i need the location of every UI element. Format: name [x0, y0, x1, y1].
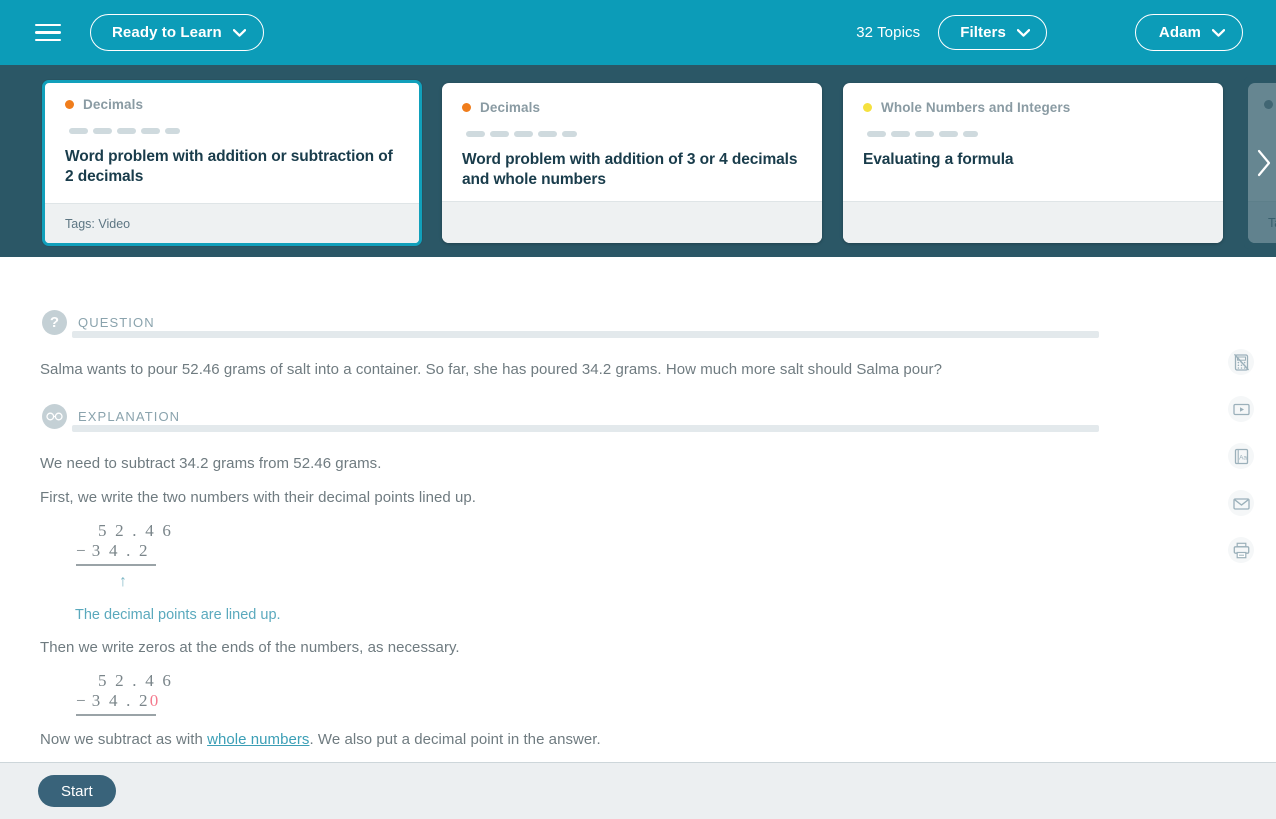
calculator-disabled-icon[interactable]: [1228, 349, 1254, 375]
chevron-down-icon: [232, 28, 246, 37]
line4-before: Now we subtract as with: [40, 731, 208, 748]
topic-card-tags: [843, 201, 1223, 243]
topic-category-label: Decimals: [480, 100, 541, 115]
progress-segment: [165, 128, 180, 134]
chevron-right-icon: [1256, 148, 1273, 178]
explanation-line-1: We need to subtract 34.2 grams from 52.4…: [40, 455, 382, 472]
progress-segment: [490, 131, 509, 137]
progress-segment: [562, 131, 577, 137]
eyeglasses-icon: [42, 404, 67, 429]
subtraction-setup-2: 5 2 . 4 6 −3 4 . 20: [76, 671, 173, 716]
subtrahend-row-2: −3 4 . 20: [76, 691, 173, 711]
progress-segment: [891, 131, 910, 137]
filters-dropdown[interactable]: Filters: [938, 15, 1047, 50]
tools-rail: Aa: [1228, 349, 1254, 563]
topic-status-dot: [65, 100, 74, 109]
progress-segment: [93, 128, 112, 134]
topic-header: Whole Numbers and Integers: [863, 100, 1203, 115]
progress-segment: [69, 128, 88, 134]
progress-segment: [915, 131, 934, 137]
hamburger-line: [35, 31, 61, 34]
ready-to-learn-dropdown[interactable]: Ready to Learn: [90, 14, 264, 51]
dictionary-icon[interactable]: Aa: [1228, 443, 1254, 469]
progress-segment: [514, 131, 533, 137]
progress-segment: [963, 131, 978, 137]
chevron-down-icon: [1016, 28, 1030, 37]
topics-count-label: 32 Topics: [856, 24, 921, 41]
subtraction-setup-1: 5 2 . 4 6 −3 4 . 2 ↑: [76, 521, 173, 590]
hamburger-menu-icon[interactable]: [33, 18, 63, 48]
topic-card-title: Word problem with addition or subtractio…: [65, 148, 393, 185]
filters-label: Filters: [960, 24, 1006, 41]
topbar-right-group: 32 Topics Filters Adam: [856, 14, 1276, 51]
topic-card-tags: [442, 201, 822, 243]
topic-progress-bars: [867, 131, 1203, 137]
main-content-area: ? QUESTION Salma wants to pour 52.46 gra…: [0, 257, 1276, 762]
explanation-divider: [72, 425, 1099, 432]
topic-card-body: Decimals Word problem with addition or s…: [45, 83, 419, 203]
mail-icon[interactable]: [1228, 490, 1254, 516]
hamburger-line: [35, 23, 61, 27]
topic-card-title: Evaluating a formula: [863, 151, 1014, 168]
subtrahend-row-1: −3 4 . 2: [76, 541, 173, 561]
topic-card-2[interactable]: Decimals Word problem with addition of 3…: [442, 83, 822, 243]
topic-status-dot: [863, 103, 872, 112]
topic-card-1[interactable]: Decimals Word problem with addition or s…: [42, 80, 422, 246]
subtraction-rule-2: [76, 714, 156, 716]
topic-status-dot: [462, 103, 471, 112]
subtrahend-value: 3 4 . 2: [91, 691, 150, 710]
progress-segment: [867, 131, 886, 137]
user-menu-button[interactable]: Adam: [1134, 14, 1243, 51]
topic-card-tags: Tags: Video: [45, 203, 419, 243]
topic-card-body: Decimals Word problem with addition of 3…: [442, 83, 822, 201]
explanation-line-2: First, we write the two numbers with the…: [40, 489, 477, 506]
topic-progress-bars: [69, 128, 399, 134]
minuend-row-1: 5 2 . 4 6: [98, 521, 174, 540]
carousel-next-button[interactable]: [1244, 77, 1276, 249]
video-icon[interactable]: [1228, 396, 1254, 422]
decimal-alignment-annotation: The decimal points are lined up.: [75, 607, 281, 623]
topic-header: Decimals: [65, 97, 399, 112]
topic-carousel: Decimals Word problem with addition or s…: [0, 65, 1276, 257]
line4-after: . We also put a decimal point in the ans…: [309, 731, 601, 748]
question-divider: [72, 331, 1099, 338]
explanation-section-label: EXPLANATION: [78, 409, 181, 424]
svg-text:Aa: Aa: [1239, 454, 1247, 461]
topic-progress-bars: [466, 131, 802, 137]
minus-operator: −: [76, 541, 88, 560]
chevron-down-icon: [1212, 28, 1225, 37]
decimal-point-arrow: ↑: [119, 572, 127, 590]
appended-zero: 0: [149, 691, 161, 710]
question-text: Salma wants to pour 52.46 grams of salt …: [40, 361, 942, 378]
progress-segment: [466, 131, 485, 137]
topic-card-body: Whole Numbers and Integers Evaluating a …: [843, 83, 1223, 201]
progress-segment: [538, 131, 557, 137]
progress-segment: [939, 131, 958, 137]
ready-to-learn-label: Ready to Learn: [112, 24, 222, 41]
hamburger-line: [35, 38, 61, 42]
explanation-line-3: Then we write zeros at the ends of the n…: [40, 639, 460, 656]
minus-operator: −: [76, 691, 88, 710]
bottom-action-bar: Start: [0, 762, 1276, 819]
topic-card-3[interactable]: Whole Numbers and Integers Evaluating a …: [843, 83, 1223, 243]
explanation-line-4: Now we subtract as with whole numbers. W…: [40, 729, 601, 751]
whole-numbers-link[interactable]: whole numbers: [207, 731, 309, 748]
topic-category-label: Whole Numbers and Integers: [881, 100, 1071, 115]
question-mark-icon: ?: [42, 310, 67, 335]
print-icon[interactable]: [1228, 537, 1254, 563]
start-button[interactable]: Start: [38, 775, 116, 807]
topic-header: Decimals: [462, 100, 802, 115]
minuend-row-2: 5 2 . 4 6: [98, 671, 174, 690]
topic-category-label: Decimals: [83, 97, 144, 112]
subtraction-rule-1: [76, 564, 156, 566]
top-navigation-bar: Ready to Learn 32 Topics Filters Adam: [0, 0, 1276, 65]
progress-segment: [141, 128, 160, 134]
subtrahend-value: 3 4 . 2: [91, 541, 150, 560]
progress-segment: [117, 128, 136, 134]
user-name-label: Adam: [1158, 24, 1201, 41]
question-section-label: QUESTION: [78, 315, 155, 330]
topic-card-title: Word problem with addition of 3 or 4 dec…: [462, 151, 798, 188]
